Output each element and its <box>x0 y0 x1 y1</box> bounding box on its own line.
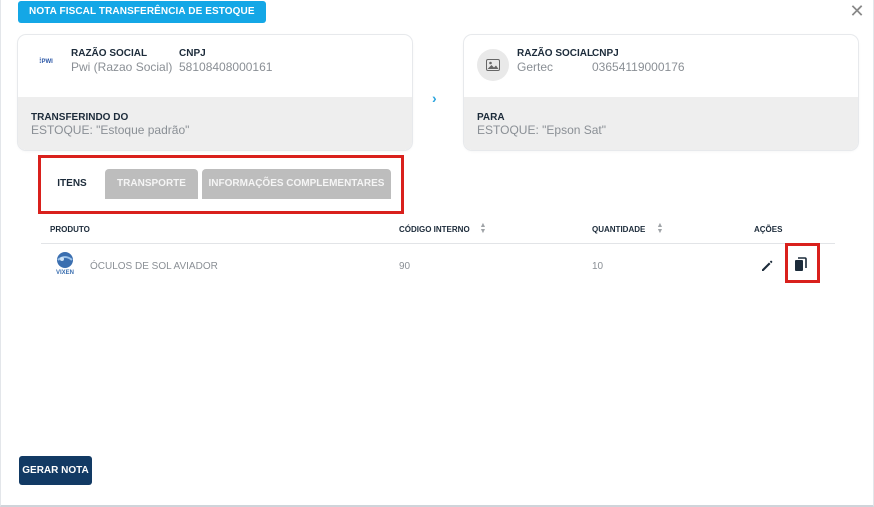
modal-title: NOTA FISCAL TRANSFERÊNCIA DE ESTOQUE <box>18 1 266 23</box>
destination-cnpj-value: 03654119000176 <box>592 60 685 74</box>
destination-stock-section: PARA ESTOQUE: "Epson Sat" <box>464 97 858 150</box>
copy-icon[interactable] <box>794 257 808 273</box>
origin-cnpj-value: 58108408000161 <box>179 60 273 74</box>
close-icon[interactable]: ✕ <box>849 2 865 20</box>
destination-cnpj-label: CNPJ <box>592 48 619 59</box>
chevron-right-icon: › <box>432 90 437 106</box>
origin-razao-label: RAZÃO SOCIAL <box>71 48 148 59</box>
cell-produto: ÓCULOS DE SOL AVIADOR <box>90 261 218 272</box>
header-produto: PRODUTO <box>50 225 90 234</box>
destination-card: RAZÃO SOCIAL Gertec CNPJ 03654119000176 … <box>464 35 858 150</box>
origin-razao-value: Pwi (Razao Social) <box>71 60 173 74</box>
origin-card: ⁞PWI RAZÃO SOCIAL Pwi (Razao Social) CNP… <box>18 35 412 150</box>
origin-section-value: ESTOQUE: "Estoque padrão" <box>31 123 190 137</box>
tab-itens[interactable]: ITENS <box>46 169 98 199</box>
pwi-logo: ⁞PWI <box>39 58 53 65</box>
cell-quantidade: 10 <box>592 261 604 272</box>
table-divider <box>41 243 835 244</box>
sort-quantidade-icon[interactable]: ▲ ▼ <box>656 222 664 235</box>
edit-icon[interactable] <box>759 258 775 274</box>
destination-section-value: ESTOQUE: "Epson Sat" <box>477 123 607 137</box>
header-acoes: AÇÕES <box>754 225 783 234</box>
origin-section-label: TRANSFERINDO DO <box>31 112 129 123</box>
transfer-modal: NOTA FISCAL TRANSFERÊNCIA DE ESTOQUE ✕ ⁞… <box>0 0 874 507</box>
cell-codigo-interno: 90 <box>399 261 411 272</box>
destination-section-label: PARA <box>477 112 505 123</box>
tab-informacoes-complementares[interactable]: INFORMAÇÕES COMPLEMENTARES <box>202 169 391 199</box>
origin-cnpj-label: CNPJ <box>179 48 206 59</box>
gerar-nota-button[interactable]: GERAR NOTA <box>19 456 92 485</box>
origin-stock-section: TRANSFERINDO DO ESTOQUE: "Estoque padrão… <box>18 97 412 150</box>
product-image: VIXEN <box>50 250 80 278</box>
header-codigo-interno: CÓDIGO INTERNO <box>399 225 470 234</box>
destination-razao-value: Gertec <box>517 60 554 74</box>
image-placeholder-icon <box>477 49 509 81</box>
destination-razao-label: RAZÃO SOCIAL <box>517 48 594 59</box>
header-quantidade: QUANTIDADE <box>592 225 646 234</box>
product-image-caption: VIXEN <box>55 270 74 276</box>
sort-codigo-icon[interactable]: ▲ ▼ <box>479 222 487 235</box>
tab-transporte[interactable]: TRANSPORTE <box>105 169 198 199</box>
